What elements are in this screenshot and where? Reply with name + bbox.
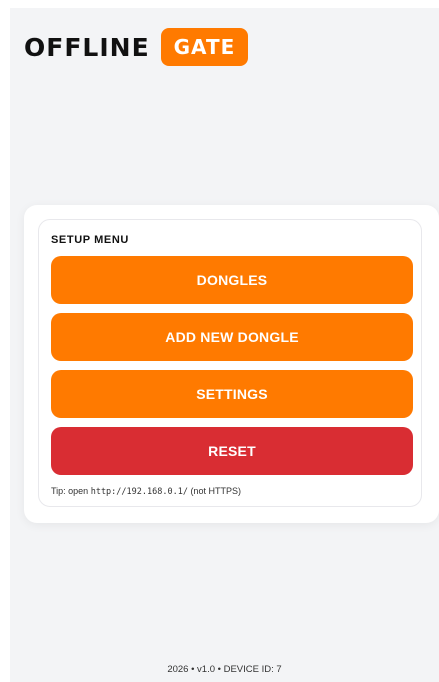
footer-text: 2026 • v1.0 • DEVICE ID: 7 (167, 664, 282, 675)
tip-url: http://192.168.0.1/ (90, 487, 188, 497)
reset-button[interactable]: RESET (51, 427, 413, 475)
brand-badge: GATE (160, 28, 249, 66)
dongles-button[interactable]: DONGLES (51, 256, 413, 304)
tip-suffix: (not HTTPS) (187, 486, 241, 496)
tip-prefix: Tip: open (51, 486, 91, 496)
app-screen: OFFLINE GATE SETUP MENU DONGLES ADD NEW … (10, 8, 439, 682)
setup-card: SETUP MENU DONGLES ADD NEW DONGLE SETTIN… (24, 205, 439, 523)
settings-button[interactable]: SETTINGS (51, 370, 413, 418)
brand-logo: OFFLINE GATE (24, 28, 249, 66)
tip-text: Tip: open http://192.168.0.1/ (not HTTPS… (51, 486, 241, 497)
add-new-dongle-button[interactable]: ADD NEW DONGLE (51, 313, 413, 361)
brand-word: OFFLINE (24, 32, 150, 62)
setup-menu-title: SETUP MENU (51, 234, 129, 246)
setup-menu-panel: SETUP MENU DONGLES ADD NEW DONGLE SETTIN… (38, 219, 422, 507)
